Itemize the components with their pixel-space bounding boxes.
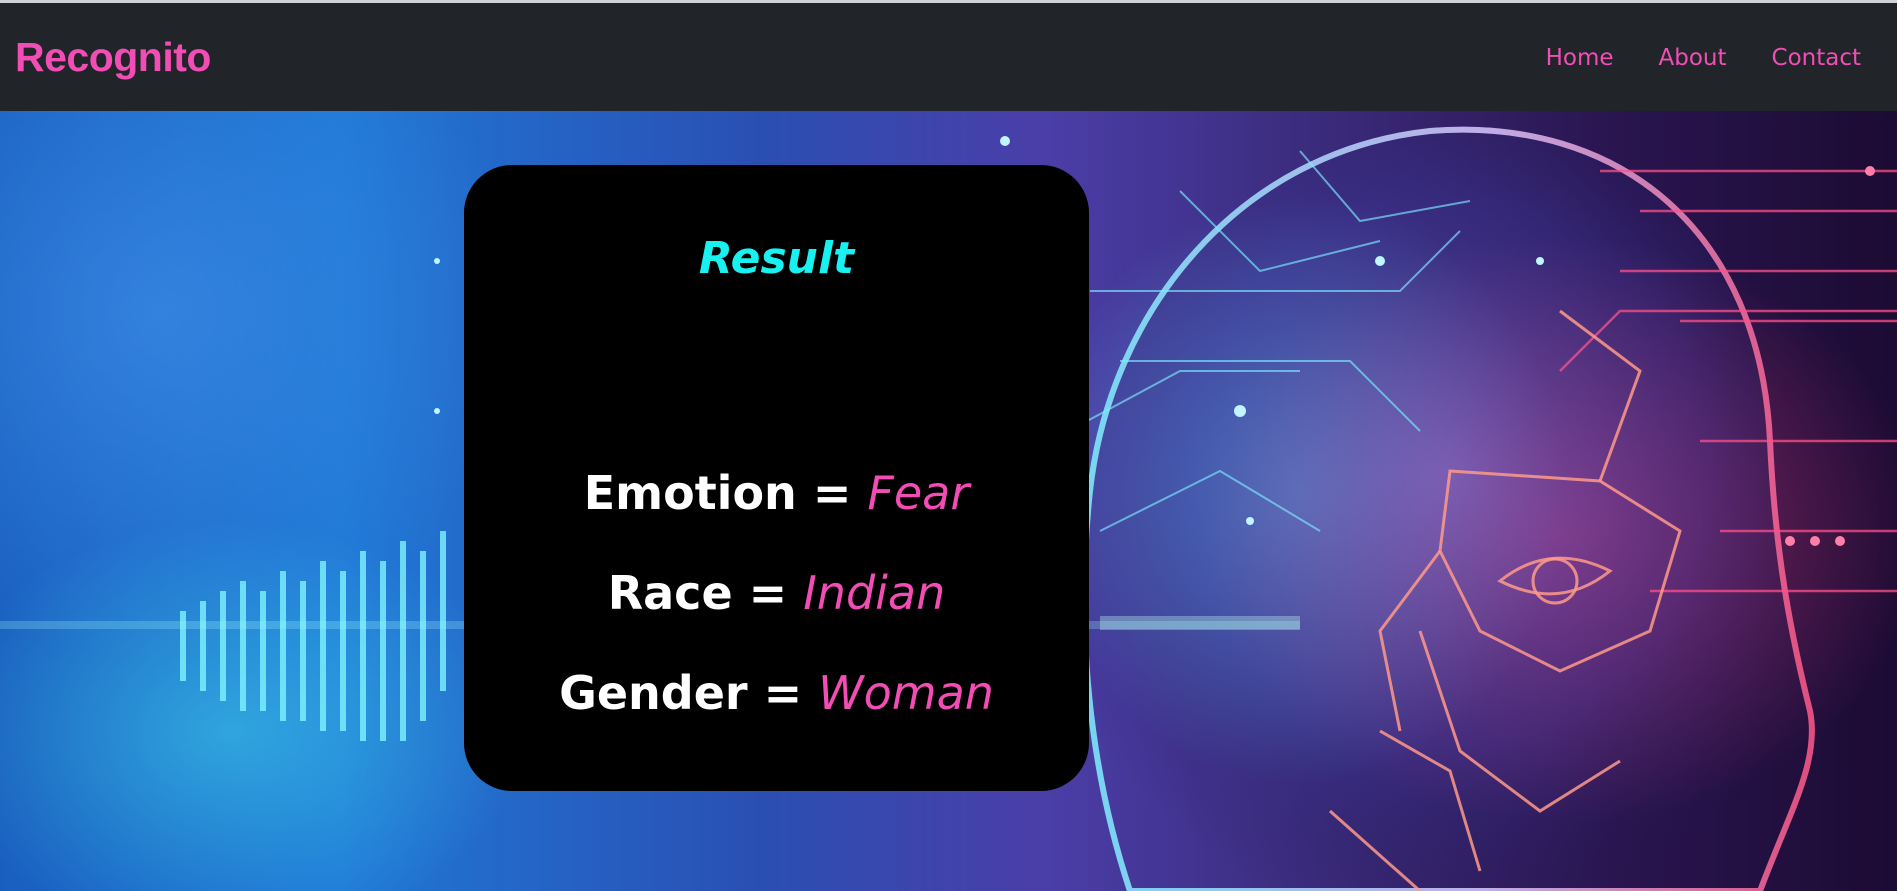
- nav-link-about[interactable]: About: [1659, 43, 1727, 73]
- nav-links: Home About Contact: [1546, 43, 1861, 73]
- emotion-equals-sign: =: [812, 466, 868, 520]
- emotion-label: Emotion: [583, 466, 797, 520]
- nav-link-home[interactable]: Home: [1546, 43, 1614, 73]
- result-row-race: Race = Indian: [464, 565, 1089, 621]
- race-label: Race: [607, 566, 733, 620]
- result-row-gender: Gender = Woman: [464, 665, 1089, 721]
- gender-value: Woman: [818, 666, 994, 720]
- race-value: Indian: [803, 566, 946, 620]
- gender-equals-sign: =: [763, 666, 819, 720]
- result-row-emotion: Emotion = Fear: [464, 465, 1089, 521]
- race-equals-sign: =: [748, 566, 804, 620]
- nav-link-contact[interactable]: Contact: [1772, 43, 1861, 73]
- brand-logo-link[interactable]: Recognito: [15, 33, 211, 81]
- hero-section: Result Emotion = Fear Race = Indian Gend…: [0, 111, 1897, 891]
- emotion-value: Fear: [867, 466, 970, 520]
- result-title: Result: [698, 233, 855, 284]
- navbar: Recognito Home About Contact: [0, 3, 1897, 111]
- result-card: Result Emotion = Fear Race = Indian Gend…: [464, 165, 1089, 791]
- gender-label: Gender: [559, 666, 748, 720]
